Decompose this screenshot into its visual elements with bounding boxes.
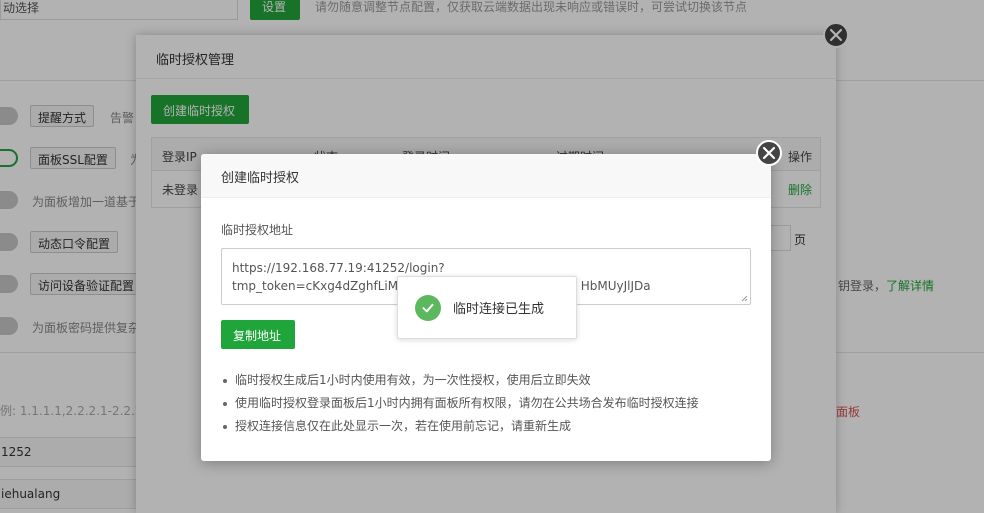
url-line-1: https://192.168.77.19:41252/login? — [232, 261, 445, 275]
list-item: 临时授权生成后1小时内使用有效，为一次性授权，使用后立即失效 — [221, 369, 699, 392]
list-item: 授权连接信息仅在此处显示一次，若在使用前忘记，请重新生成 — [221, 415, 699, 438]
list-item: 使用临时授权登录面板后1小时内拥有面板所有权限，请勿在公共场合发布临时授权连接 — [221, 392, 699, 415]
dialog-close-icon[interactable] — [756, 140, 782, 166]
copy-url-button[interactable]: 复制地址 — [221, 320, 295, 349]
url-label: 临时授权地址 — [221, 223, 294, 237]
dialog-title: 创建临时授权 — [201, 154, 771, 198]
success-toast: 临时连接已生成 — [397, 276, 577, 339]
url-line-2-tail: HbMUyJlJDa — [580, 279, 651, 293]
url-line-2-head: tmp_token=cKxg4dZghfLiMc — [232, 279, 405, 293]
toast-message: 临时连接已生成 — [453, 302, 545, 317]
check-circle-icon — [415, 294, 441, 321]
resize-handle-icon[interactable] — [741, 295, 748, 302]
notes-list: 临时授权生成后1小时内使用有效，为一次性授权，使用后立即失效 使用临时授权登录面… — [221, 369, 699, 438]
